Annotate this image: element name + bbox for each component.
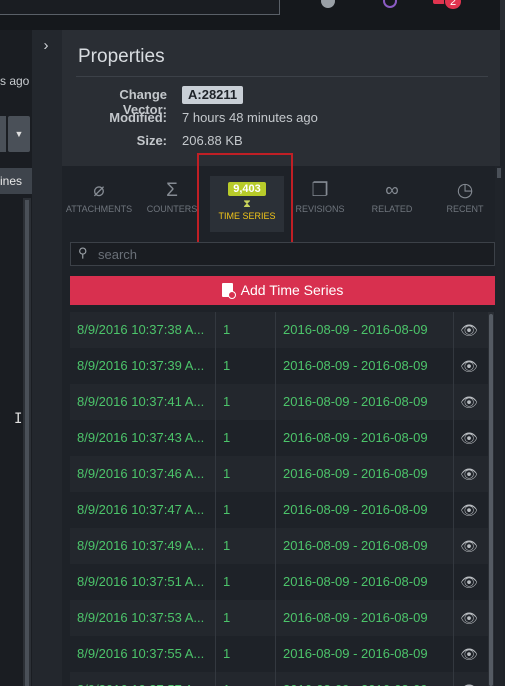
panel-scrollbar-thumb[interactable] <box>497 168 501 178</box>
series-name-cell[interactable]: 8/9/2016 10:37:39 A... <box>77 348 215 384</box>
series-name-cell[interactable]: 8/9/2016 10:37:47 A... <box>77 492 215 528</box>
size-label: Size: <box>136 133 167 148</box>
table-row[interactable]: 8/9/2016 10:37:53 A... 1 2016-08-09 - 2016… <box>70 600 488 636</box>
series-name-cell[interactable]: 8/9/2016 10:37:38 A... <box>77 312 215 348</box>
properties-divider <box>76 76 488 77</box>
series-range-cell: 2016-08-09 - 2016-08-09 <box>283 574 428 589</box>
eye-icon[interactable]: 👁 <box>458 456 480 492</box>
table-row[interactable]: 8/9/2016 10:37:49 A... 1 2016-08-09 - 2016… <box>70 528 488 564</box>
table-row[interactable]: 8/9/2016 10:37:47 A... 1 2016-08-09 - 2016… <box>70 492 488 528</box>
left-dropdown-button[interactable]: ▼ <box>8 116 30 152</box>
eye-icon[interactable]: 👁 <box>458 420 480 456</box>
series-range-cell: 2016-08-09 - 2016-08-09 <box>283 430 428 445</box>
table-row[interactable]: 8/9/2016 10:37:57 A... 1 2016-08-09 - 2016… <box>70 672 488 686</box>
time-series-tab-highlight <box>197 153 293 245</box>
series-count-cell: 1 <box>223 394 231 409</box>
left-action-button[interactable] <box>0 116 6 152</box>
left-collapse-strip <box>32 30 62 686</box>
series-count-cell: 1 <box>223 466 231 481</box>
tab-attachments[interactable]: ⌀ ATTACHMENTS <box>64 178 134 228</box>
series-range-cell: 2016-08-09 - 2016-08-09 <box>283 672 453 686</box>
series-name-cell[interactable]: 8/9/2016 10:37:49 A... <box>77 528 215 564</box>
eye-icon[interactable]: 👁 <box>458 672 480 686</box>
modified-value: 7 hours 48 minutes ago <box>182 110 318 125</box>
column-divider <box>275 312 276 686</box>
panel-scrollbar[interactable] <box>495 166 503 686</box>
tab-label: RELATED <box>371 204 413 214</box>
properties-title: Properties <box>78 46 165 67</box>
series-name-cell[interactable]: 8/9/2016 10:37:55 A... <box>77 636 215 672</box>
tab-label: REVISIONS <box>295 204 345 214</box>
series-count-cell: 1 <box>223 574 231 589</box>
left-ago-text: s ago <box>0 74 30 88</box>
tab-recent[interactable]: ◷ RECENT <box>430 178 500 228</box>
add-time-series-label: Add Time Series <box>240 282 344 298</box>
tab-label: ATTACHMENTS <box>65 204 133 214</box>
series-count-cell: 1 <box>223 322 231 337</box>
search-input[interactable] <box>98 245 478 263</box>
tab-related[interactable]: ∞ RELATED <box>357 178 427 228</box>
eye-icon[interactable]: 👁 <box>458 348 480 384</box>
change-vector-badge: A:28211 <box>182 86 244 104</box>
table-scrollbar-thumb[interactable] <box>489 314 493 686</box>
column-divider <box>453 312 454 686</box>
link-icon: ∞ <box>385 180 399 201</box>
left-scrollbar-thumb[interactable] <box>25 200 29 686</box>
series-count-cell: 1 <box>223 610 231 625</box>
series-name-cell[interactable]: 8/9/2016 10:37:46 A... <box>77 456 215 492</box>
size-value: 206.88 KB <box>182 133 243 148</box>
left-lines-label[interactable]: ines <box>0 168 32 194</box>
top-input-field[interactable] <box>0 0 280 15</box>
eye-icon[interactable]: 👁 <box>458 384 480 420</box>
series-count-cell: 1 <box>223 538 231 553</box>
series-range-cell: 2016-08-09 - 2016-08-09 <box>283 322 428 337</box>
search-icon: ⚲ <box>78 245 88 260</box>
eye-icon[interactable]: 👁 <box>458 528 480 564</box>
tab-label: RECENT <box>446 204 484 214</box>
table-row[interactable]: 8/9/2016 10:37:51 A... 1 2016-08-09 - 2016… <box>70 564 488 600</box>
series-count-cell: 1 <box>223 430 231 445</box>
series-count-cell: 1 <box>223 672 273 686</box>
series-count-cell: 1 <box>223 646 231 661</box>
series-range-cell: 2016-08-09 - 2016-08-09 <box>283 538 428 553</box>
eye-icon[interactable]: 👁 <box>458 492 480 528</box>
collapse-panel-button[interactable]: › <box>36 36 56 56</box>
series-range-cell: 2016-08-09 - 2016-08-09 <box>283 358 428 373</box>
table-row[interactable]: 8/9/2016 10:37:41 A... 1 2016-08-09 - 2016… <box>70 384 488 420</box>
tab-revisions[interactable]: ❐ REVISIONS <box>285 178 355 228</box>
series-name-cell[interactable]: 8/9/2016 10:37:51 A... <box>77 564 215 600</box>
modified-label: Modified: <box>109 110 167 125</box>
eye-icon[interactable]: 👁 <box>458 636 480 672</box>
text-cursor-icon: I <box>14 411 23 427</box>
add-time-series-button[interactable]: Add Time Series <box>70 276 495 305</box>
table-row[interactable]: 8/9/2016 10:37:46 A... 1 2016-08-09 - 2016… <box>70 456 488 492</box>
eye-icon[interactable]: 👁 <box>458 312 480 348</box>
paperclip-icon: ⌀ <box>93 180 105 201</box>
top-bar-edge <box>500 0 505 30</box>
column-divider <box>215 312 216 686</box>
table-row[interactable]: 8/9/2016 10:37:39 A... 1 2016-08-09 - 2016… <box>70 348 488 384</box>
series-name-cell[interactable]: 8/9/2016 10:37:43 A... <box>77 420 215 456</box>
revisions-icon: ❐ <box>311 180 329 201</box>
add-file-icon <box>221 283 236 299</box>
time-series-table: 8/9/2016 10:37:38 A... 1 2016-08-09 - 2016… <box>70 312 488 686</box>
series-range-cell: 2016-08-09 - 2016-08-09 <box>283 394 428 409</box>
eye-icon[interactable]: 👁 <box>458 564 480 600</box>
series-range-cell: 2016-08-09 - 2016-08-09 <box>283 610 428 625</box>
table-row[interactable]: 8/9/2016 10:37:55 A... 1 2016-08-09 - 2016… <box>70 636 488 672</box>
series-name-cell[interactable]: 8/9/2016 10:37:41 A... <box>77 384 215 420</box>
series-count-cell: 1 <box>223 502 231 517</box>
series-count-cell: 1 <box>223 358 231 373</box>
series-name-cell[interactable]: 8/9/2016 10:37:53 A... <box>77 600 215 636</box>
series-range-cell: 2016-08-09 - 2016-08-09 <box>283 646 428 661</box>
series-range-cell: 2016-08-09 - 2016-08-09 <box>283 502 428 517</box>
table-row[interactable]: 8/9/2016 10:37:43 A... 1 2016-08-09 - 2016… <box>70 420 488 456</box>
eye-icon[interactable]: 👁 <box>458 600 480 636</box>
series-name-cell[interactable]: 8/9/2016 10:37:57 A... <box>77 672 215 686</box>
series-range-cell: 2016-08-09 - 2016-08-09 <box>283 466 428 481</box>
document-properties-panel: 2 s ago ▼ ines I › Properties Change Vec… <box>0 0 505 686</box>
table-row[interactable]: 8/9/2016 10:37:38 A... 1 2016-08-09 - 2016… <box>70 312 488 348</box>
clock-icon: ◷ <box>456 180 474 201</box>
